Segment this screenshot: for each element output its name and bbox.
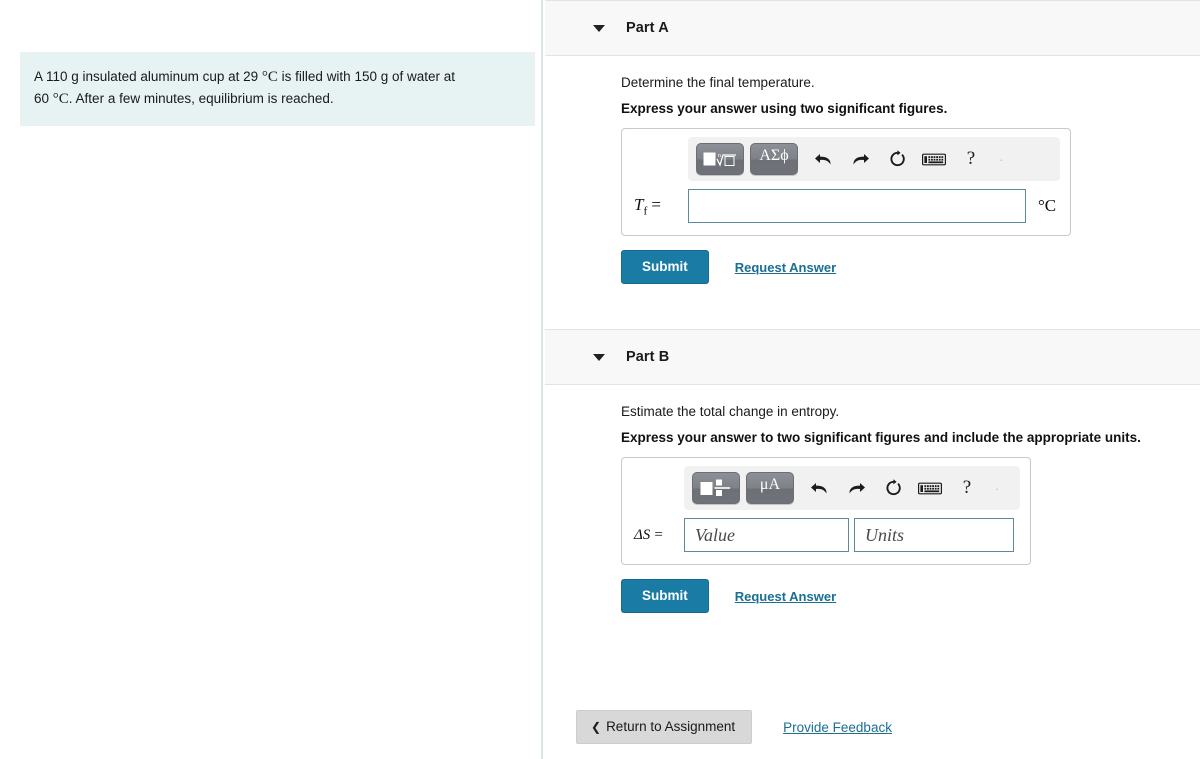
- problem-panel: A 110 g insulated aluminum cup at 29 °C …: [0, 0, 543, 759]
- part-header-a[interactable]: Part A: [545, 0, 1200, 56]
- part-a-unit-label: °C: [1038, 196, 1057, 215]
- part-a-math-toolbar: n ΑΣϕ ? ·: [688, 137, 1060, 181]
- svg-text:n: n: [718, 153, 721, 159]
- help-icon[interactable]: ?: [956, 145, 986, 173]
- problem-statement: A 110 g insulated aluminum cup at 29 °C …: [20, 52, 535, 126]
- problem-text-part1b: is filled with 150 g of water at: [277, 69, 456, 84]
- greek-symbols-button[interactable]: ΑΣϕ: [750, 143, 798, 175]
- part-a-answer-input[interactable]: [688, 189, 1026, 223]
- toolbar-overflow-dot: ·: [999, 151, 1004, 167]
- collapse-caret-icon[interactable]: [593, 24, 605, 32]
- part-b-body: Estimate the total change in entropy. Ex…: [545, 385, 1200, 613]
- reset-icon[interactable]: [878, 474, 908, 502]
- units-template-icon[interactable]: [692, 472, 740, 504]
- part-b-value-input[interactable]: [684, 518, 849, 552]
- equals-sign: =: [654, 526, 663, 543]
- part-a-title: Part A: [626, 20, 669, 36]
- part-b-title: Part B: [626, 349, 670, 365]
- collapse-caret-icon[interactable]: [593, 353, 605, 361]
- part-a-request-answer-link[interactable]: Request Answer: [735, 260, 836, 275]
- return-to-assignment-button[interactable]: ❮ Return to Assignment: [576, 710, 753, 744]
- redo-icon[interactable]: [841, 474, 871, 502]
- part-b-instruction: Express your answer to two significant f…: [621, 430, 1141, 445]
- page-root: A 110 g insulated aluminum cup at 29 °C …: [0, 0, 1200, 759]
- toolbar-overflow-dot: ·: [995, 480, 1000, 496]
- part-b-request-answer-link[interactable]: Request Answer: [735, 589, 836, 604]
- part-a-actions: Submit Request Answer: [621, 250, 1200, 284]
- problem-text-part2b: . After a few minutes, equilibrium is re…: [68, 91, 334, 106]
- part-a-entry-row: Tf = °C: [632, 189, 1060, 223]
- part-a-prompt: Determine the final temperature.: [621, 75, 815, 90]
- variable-subscript: f: [643, 205, 648, 218]
- part-b-actions: Submit Request Answer: [621, 579, 1200, 613]
- part-header-b[interactable]: Part B: [545, 329, 1200, 385]
- part-b-submit-button[interactable]: Submit: [621, 579, 709, 613]
- variable-symbol: ΔS: [634, 526, 651, 543]
- provide-feedback-link[interactable]: Provide Feedback: [783, 720, 892, 735]
- footer-actions: ❮ Return to Assignment Provide Feedback: [576, 710, 892, 744]
- equals-sign: =: [651, 194, 661, 214]
- problem-text-part2: 60: [34, 91, 53, 106]
- answer-panel: Part A Determine the final temperature. …: [545, 0, 1200, 759]
- part-a-variable-label: Tf =: [632, 195, 688, 217]
- undo-icon[interactable]: [804, 474, 834, 502]
- part-a-body: Determine the final temperature. Express…: [545, 56, 1200, 284]
- chevron-left-icon: ❮: [591, 720, 602, 734]
- part-b-answer-box: μA ? · ΔS = Value Units: [621, 457, 1031, 565]
- problem-unit-2: °C: [52, 91, 69, 107]
- part-a-submit-button[interactable]: Submit: [621, 250, 709, 284]
- help-icon[interactable]: ?: [952, 474, 982, 502]
- micro-units-button[interactable]: μA: [746, 472, 794, 504]
- undo-icon[interactable]: [808, 145, 838, 173]
- reset-icon[interactable]: [882, 145, 912, 173]
- part-b-prompt: Estimate the total change in entropy.: [621, 404, 840, 419]
- problem-text-part1: A 110 g insulated aluminum cup at 29: [34, 69, 262, 84]
- keyboard-icon[interactable]: [915, 474, 945, 502]
- part-b-math-toolbar: μA ? ·: [684, 466, 1020, 510]
- part-a-answer-box: n ΑΣϕ ? · Tf = °C: [621, 128, 1071, 236]
- part-a-instruction: Express your answer using two significan…: [621, 101, 948, 116]
- problem-unit-1: °C: [261, 69, 278, 85]
- return-label: Return to Assignment: [606, 719, 736, 734]
- part-b-variable-label: ΔS =: [632, 527, 684, 544]
- part-b-entry-row: ΔS =: [632, 518, 1020, 552]
- keyboard-icon[interactable]: [919, 145, 949, 173]
- part-b-units-input[interactable]: [854, 518, 1014, 552]
- math-template-icon[interactable]: n: [696, 143, 744, 175]
- redo-icon[interactable]: [845, 145, 875, 173]
